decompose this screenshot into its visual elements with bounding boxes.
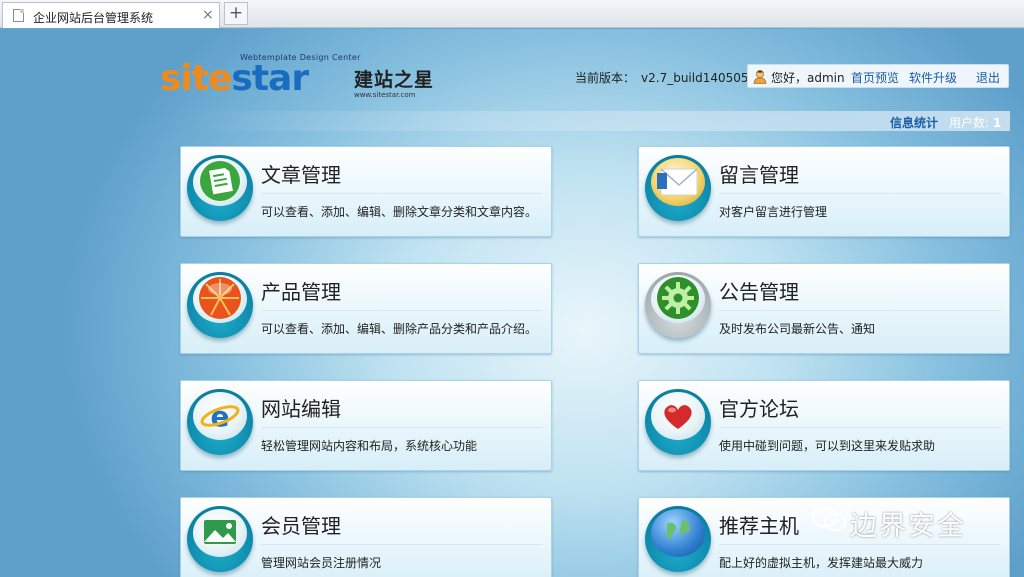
card-description: 管理网站会员注册情况 <box>261 556 382 570</box>
version-label: 当前版本： <box>575 71 636 85</box>
card-title: 网站编辑 <box>261 397 341 421</box>
card-title: 产品管理 <box>261 280 341 304</box>
card-product-management[interactable]: 产品管理 可以查看、添加、编辑、删除产品分类和产品介绍。 <box>180 263 552 354</box>
card-title: 推荐主机 <box>719 514 799 538</box>
announcement-gear-icon <box>645 272 711 338</box>
card-title: 留言管理 <box>719 163 799 187</box>
card-description: 对客户留言进行管理 <box>719 205 828 219</box>
card-title: 文章管理 <box>261 163 341 187</box>
globe-icon <box>645 506 711 572</box>
message-icon <box>645 155 711 221</box>
member-picture-icon <box>187 506 253 572</box>
browser-tab[interactable]: 企业网站后台管理系统 × <box>2 2 220 28</box>
admin-dashboard: Webtemplate Design Center sitestar 建站之星 … <box>0 29 1024 577</box>
heart-icon <box>645 389 711 455</box>
watermark-text: 边界安全 <box>850 511 966 542</box>
user-bar: 您好，admin 首页预览 软件升级 退出 <box>747 64 1009 88</box>
user-icon <box>753 70 767 84</box>
browser-tab-strip: 企业网站后台管理系统 × + <box>0 0 1024 28</box>
card-description: 及时发布公司最新公告、通知 <box>719 322 876 336</box>
close-icon[interactable]: × <box>202 7 214 23</box>
card-announcement-management[interactable]: 公告管理 及时发布公司最新公告、通知 <box>638 263 1010 354</box>
stats-link[interactable]: 信息统计 <box>890 114 938 131</box>
svg-text:e: e <box>211 400 230 433</box>
wechat-icon <box>812 506 846 531</box>
card-member-management[interactable]: 会员管理 管理网站会员注册情况 <box>180 497 552 577</box>
new-tab-button[interactable]: + <box>224 2 248 25</box>
logo-url: www.sitestar.com <box>354 91 416 99</box>
card-title: 官方论坛 <box>719 397 799 421</box>
card-article-management[interactable]: 文章管理 可以查看、添加、编辑、删除文章分类和文章内容。 <box>180 146 552 237</box>
user-greeting: 您好，admin <box>771 71 845 85</box>
version-value: v2.7_build140505 <box>641 71 749 85</box>
logo-brand: sitestar <box>160 58 309 99</box>
article-icon <box>187 155 253 221</box>
home-preview-link[interactable]: 首页预览 <box>851 71 899 85</box>
stats-bar: 信息统计 用户数: 1 <box>180 111 1010 131</box>
ie-browser-icon: e <box>187 389 253 455</box>
page-icon <box>13 9 24 22</box>
card-message-management[interactable]: 留言管理 对客户留言进行管理 <box>638 146 1010 237</box>
card-description: 使用中碰到问题，可以到这里来发贴求助 <box>719 439 936 453</box>
version-info: 当前版本： v2.7_build140505 <box>575 69 749 86</box>
tab-title: 企业网站后台管理系统 <box>33 11 154 25</box>
card-description: 轻松管理网站内容和布局，系统核心功能 <box>261 439 478 453</box>
user-count: 用户数: 1 <box>949 116 1002 130</box>
logout-link[interactable]: 退出 <box>976 71 1000 85</box>
logo-brand-cn: 建站之星 <box>354 69 435 91</box>
product-icon <box>187 272 253 338</box>
card-official-forum[interactable]: 官方论坛 使用中碰到问题，可以到这里来发贴求助 <box>638 380 1010 471</box>
watermark: 边界安全 <box>812 500 1002 542</box>
card-website-edit[interactable]: e 网站编辑 轻松管理网站内容和布局，系统核心功能 <box>180 380 552 471</box>
card-description: 配上好的虚拟主机，发挥建站最大威力 <box>719 556 924 570</box>
software-upgrade-link[interactable]: 软件升级 <box>909 71 957 85</box>
card-title: 公告管理 <box>719 280 799 304</box>
sitestar-logo: Webtemplate Design Center sitestar 建站之星 … <box>160 51 450 101</box>
card-description: 可以查看、添加、编辑、删除产品分类和产品介绍。 <box>261 322 538 336</box>
card-title: 会员管理 <box>261 514 341 538</box>
card-description: 可以查看、添加、编辑、删除文章分类和文章内容。 <box>261 205 538 219</box>
